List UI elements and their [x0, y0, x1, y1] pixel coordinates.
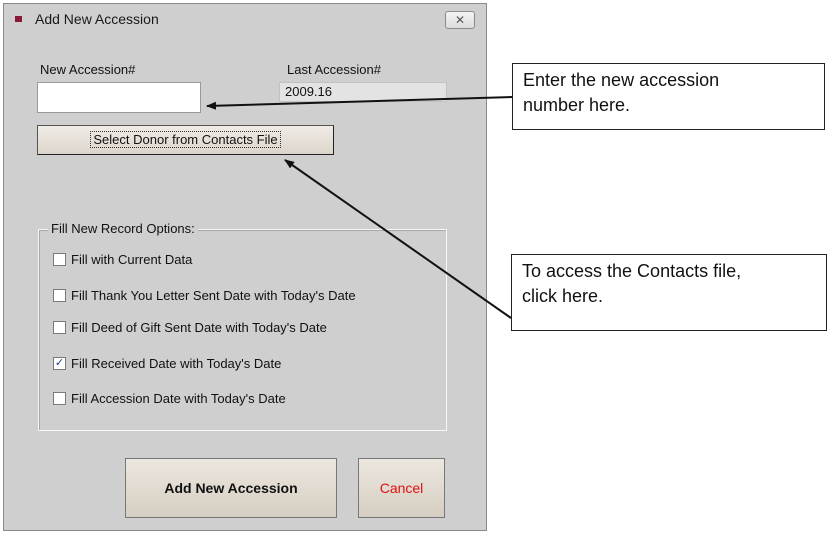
option-label: Fill Thank You Letter Sent Date with Tod…: [71, 288, 356, 303]
checkbox[interactable]: [53, 253, 66, 266]
app-icon: [15, 16, 22, 22]
checkbox[interactable]: [53, 392, 66, 405]
close-icon: ✕: [454, 13, 466, 27]
add-new-accession-button[interactable]: Add New Accession: [125, 458, 337, 518]
checkbox[interactable]: [53, 321, 66, 334]
stage: Add New Accession ✕ New Accession# Last …: [0, 0, 834, 543]
callout-accession-line2: number here.: [523, 95, 631, 115]
callout-contacts-line2: click here.: [522, 286, 604, 306]
option-label: Fill Deed of Gift Sent Date with Today's…: [71, 320, 327, 335]
cancel-button[interactable]: Cancel: [358, 458, 445, 518]
select-donor-button[interactable]: Select Donor from Contacts File: [37, 125, 334, 155]
new-accession-input[interactable]: [37, 82, 201, 113]
option-label: Fill Accession Date with Today's Date: [71, 391, 286, 406]
new-accession-label: New Accession#: [40, 62, 136, 77]
checkbox[interactable]: ✓: [53, 357, 66, 370]
callout-contacts: To access the Contacts file, click here.: [511, 254, 827, 331]
option-label: Fill Received Date with Today's Date: [71, 356, 282, 371]
select-donor-label: Select Donor from Contacts File: [90, 131, 281, 148]
checkbox[interactable]: [53, 289, 66, 302]
fill-options-title: Fill New Record Options:: [48, 221, 198, 236]
title-bar: Add New Accession ✕: [4, 4, 486, 36]
callout-accession: Enter the new accession number here.: [512, 63, 825, 130]
last-accession-value: 2009.16: [279, 82, 447, 102]
callout-contacts-line1: To access the Contacts file,: [522, 261, 742, 281]
last-accession-label: Last Accession#: [287, 62, 381, 77]
dialog-title: Add New Accession: [35, 11, 159, 27]
callout-accession-line1: Enter the new accession: [523, 70, 720, 90]
checkmark-icon: ✓: [54, 357, 65, 369]
option-label: Fill with Current Data: [71, 252, 193, 267]
close-button[interactable]: ✕: [445, 11, 475, 29]
